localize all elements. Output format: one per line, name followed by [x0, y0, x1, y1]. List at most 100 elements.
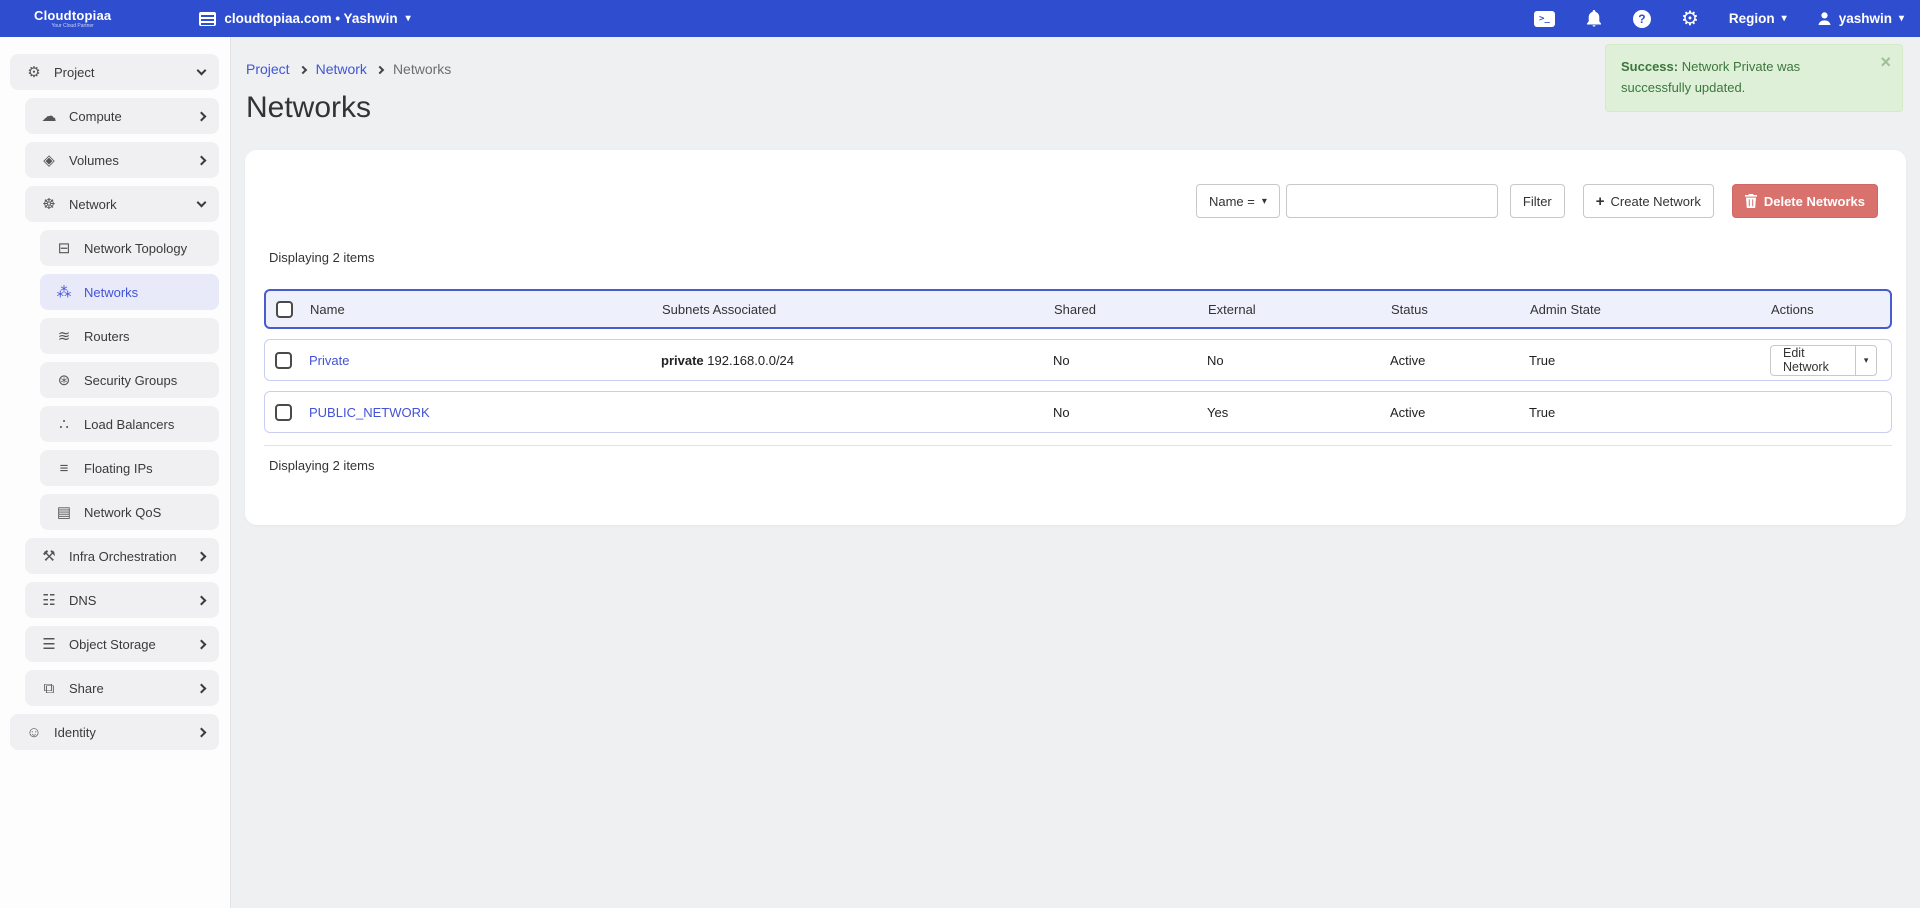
load-balancers-icon: ∴ [52, 417, 76, 432]
alert-title: Success: [1621, 59, 1678, 74]
row-checkbox[interactable] [275, 352, 292, 369]
shared-cell: No [1053, 405, 1207, 420]
chevron-down-icon: ▾ [406, 13, 411, 24]
filter-input[interactable] [1286, 184, 1498, 218]
project-icon: ⚙ [22, 65, 46, 80]
chevron-down-icon: ▾ [1782, 13, 1787, 24]
chevron-right-icon [197, 155, 207, 165]
items-count-top: Displaying 2 items [269, 250, 1906, 265]
sidebar-item-object-storage[interactable]: ☰ Object Storage [25, 626, 219, 662]
shared-cell: No [1053, 353, 1207, 368]
infra-orchestration-icon: ⚒ [37, 549, 61, 564]
sidebar-item-infra-orchestration[interactable]: ⚒ Infra Orchestration [25, 538, 219, 574]
column-header-admin-state: Admin State [1530, 302, 1771, 317]
actions-dropdown-toggle[interactable]: ▾ [1855, 346, 1876, 375]
table-footer-divider [264, 445, 1892, 446]
sidebar-item-identity[interactable]: ☺ Identity [10, 714, 219, 750]
identity-card-icon: ☺ [22, 725, 46, 740]
user-menu[interactable]: yashwin ▾ [1817, 11, 1904, 26]
breadcrumb-network[interactable]: Network [316, 61, 367, 77]
sidebar-item-volumes[interactable]: ◈ Volumes [25, 142, 219, 178]
network-link[interactable]: Private [309, 353, 349, 368]
network-qos-icon: ▤ [52, 505, 76, 520]
chevron-down-icon [197, 198, 207, 208]
column-header-external: External [1208, 302, 1391, 317]
table-toolbar: Name = ▾ Filter + Create Network Delete … [245, 150, 1906, 218]
sidebar-item-project[interactable]: ⚙ Project [10, 54, 219, 90]
table-header-row: Name Subnets Associated Shared External … [264, 289, 1892, 329]
chevron-right-icon [197, 551, 207, 561]
user-label: yashwin [1839, 11, 1892, 26]
external-cell: Yes [1207, 405, 1390, 420]
column-header-status: Status [1391, 302, 1530, 317]
column-header-actions: Actions [1771, 302, 1890, 317]
admin-state-cell: True [1529, 353, 1770, 368]
table-row: PUBLIC_NETWORK No Yes Active True [264, 391, 1892, 433]
settings-gear-icon[interactable]: ⚙ [1681, 9, 1699, 29]
sidebar-item-security-groups[interactable]: ⊛ Security Groups [40, 362, 219, 398]
sidebar-nav: ⚙ Project ☁ Compute ◈ Volumes ☸ Network … [0, 37, 231, 908]
object-storage-icon: ☰ [37, 637, 61, 652]
project-context-switcher[interactable]: cloudtopiaa.com • Yashwin ▾ [199, 11, 410, 26]
networks-panel: Name = ▾ Filter + Create Network Delete … [245, 150, 1906, 525]
external-cell: No [1207, 353, 1390, 368]
top-navbar: Cloudtopiaa Your Cloud Partner cloudtopi… [0, 0, 1920, 37]
filter-button[interactable]: Filter [1510, 184, 1565, 218]
chevron-down-icon: ▾ [1899, 13, 1904, 24]
networks-table: Name Subnets Associated Shared External … [264, 289, 1892, 433]
floating-ips-icon: ≡ [52, 461, 76, 476]
column-header-subnets: Subnets Associated [662, 302, 1054, 317]
column-header-shared: Shared [1054, 302, 1208, 317]
network-topology-icon: ⊟ [52, 241, 76, 256]
chevron-down-icon: ▾ [1262, 196, 1267, 207]
user-person-icon [1817, 11, 1832, 26]
column-header-name: Name [310, 302, 662, 317]
chevron-right-icon [298, 65, 306, 73]
sidebar-item-network-qos[interactable]: ▤ Network QoS [40, 494, 219, 530]
sidebar-item-networks[interactable]: ⁂ Networks [40, 274, 219, 310]
filter-field-select[interactable]: Name = ▾ [1196, 184, 1280, 218]
sidebar-item-network[interactable]: ☸ Network [25, 186, 219, 222]
sidebar-item-floating-ips[interactable]: ≡ Floating IPs [40, 450, 219, 486]
web-console-icon[interactable]: >_ [1534, 11, 1555, 27]
chevron-right-icon [197, 639, 207, 649]
chevron-right-icon [197, 727, 207, 737]
networks-nodes-icon: ⁂ [52, 285, 76, 300]
brand-name: Cloudtopiaa [34, 9, 111, 22]
chevron-right-icon [197, 595, 207, 605]
sidebar-item-load-balancers[interactable]: ∴ Load Balancers [40, 406, 219, 442]
row-checkbox[interactable] [275, 404, 292, 421]
region-label: Region [1729, 11, 1775, 26]
help-icon[interactable]: ? [1633, 10, 1651, 28]
main-content: Success: Network Private was successfull… [232, 37, 1920, 908]
create-network-button[interactable]: + Create Network [1583, 184, 1714, 218]
routers-icon: ≋ [52, 329, 76, 344]
close-icon[interactable]: × [1880, 53, 1891, 71]
edit-network-button[interactable]: Edit Network [1771, 346, 1855, 375]
items-count-bottom: Displaying 2 items [269, 458, 1906, 473]
status-cell: Active [1390, 353, 1529, 368]
breadcrumb-current: Networks [393, 61, 451, 77]
chevron-right-icon [376, 65, 384, 73]
breadcrumb-project[interactable]: Project [246, 61, 290, 77]
notifications-bell-icon[interactable] [1585, 9, 1603, 28]
sidebar-item-compute[interactable]: ☁ Compute [25, 98, 219, 134]
dns-server-icon: ☷ [37, 593, 61, 608]
volumes-cube-icon: ◈ [37, 153, 61, 168]
network-icon: ☸ [37, 197, 61, 212]
brand-logo[interactable]: Cloudtopiaa Your Cloud Partner [34, 9, 111, 29]
delete-networks-button[interactable]: Delete Networks [1732, 184, 1878, 218]
chevron-right-icon [197, 111, 207, 121]
sidebar-item-routers[interactable]: ≋ Routers [40, 318, 219, 354]
select-all-checkbox[interactable] [276, 301, 293, 318]
success-alert: Success: Network Private was successfull… [1605, 44, 1903, 112]
subnets-cell: private 192.168.0.0/24 [661, 353, 1053, 368]
sidebar-item-network-topology[interactable]: ⊟ Network Topology [40, 230, 219, 266]
security-groups-icon: ⊛ [52, 373, 76, 388]
sidebar-item-dns[interactable]: ☷ DNS [25, 582, 219, 618]
network-link[interactable]: PUBLIC_NETWORK [309, 405, 430, 420]
region-menu[interactable]: Region ▾ [1729, 11, 1787, 26]
sidebar-item-share[interactable]: ⧉ Share [25, 670, 219, 706]
trash-icon [1745, 194, 1757, 208]
chevron-right-icon [197, 683, 207, 693]
